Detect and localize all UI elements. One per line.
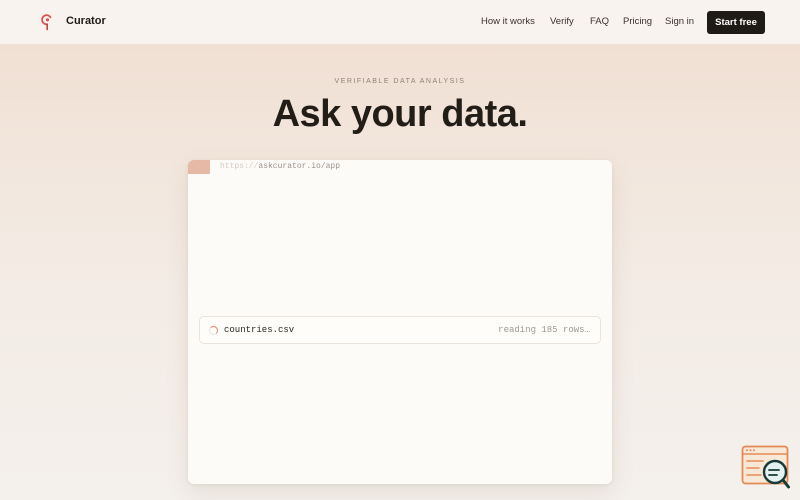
url-protocol: https:// [220, 162, 259, 171]
hero-eyebrow: VERIFIABLE DATA ANALYSIS [334, 78, 466, 85]
nav-link-sign-in[interactable]: Sign in [665, 16, 694, 27]
curator-logo-icon[interactable] [40, 13, 54, 31]
brand-name[interactable]: Curator [66, 15, 106, 27]
nav-link-verify[interactable]: Verify [550, 16, 574, 27]
url-host: askcurator.io/app [258, 162, 341, 171]
file-status: reading 185 rows… [498, 325, 590, 335]
app-preview-window: https://askcurator.io/app countries.csv … [188, 160, 612, 484]
nav-link-how-it-works[interactable]: How it works [481, 16, 535, 27]
nav-link-pricing[interactable]: Pricing [623, 16, 652, 27]
nav-link-faq[interactable]: FAQ [590, 16, 609, 27]
start-free-button[interactable]: Start free [707, 11, 765, 34]
hero-headline: Ask your data. [272, 93, 528, 135]
help-widget-button[interactable] [741, 445, 791, 490]
document-search-icon [741, 445, 790, 489]
file-loading-row: countries.csv reading 185 rows… [199, 316, 601, 344]
url-bar: https://askcurator.io/app [220, 162, 340, 171]
window-tab [188, 160, 210, 174]
file-name: countries.csv [224, 325, 295, 335]
loading-spinner-icon [209, 326, 218, 335]
top-nav: Curator How it works Verify FAQ Pricing … [0, 0, 800, 45]
